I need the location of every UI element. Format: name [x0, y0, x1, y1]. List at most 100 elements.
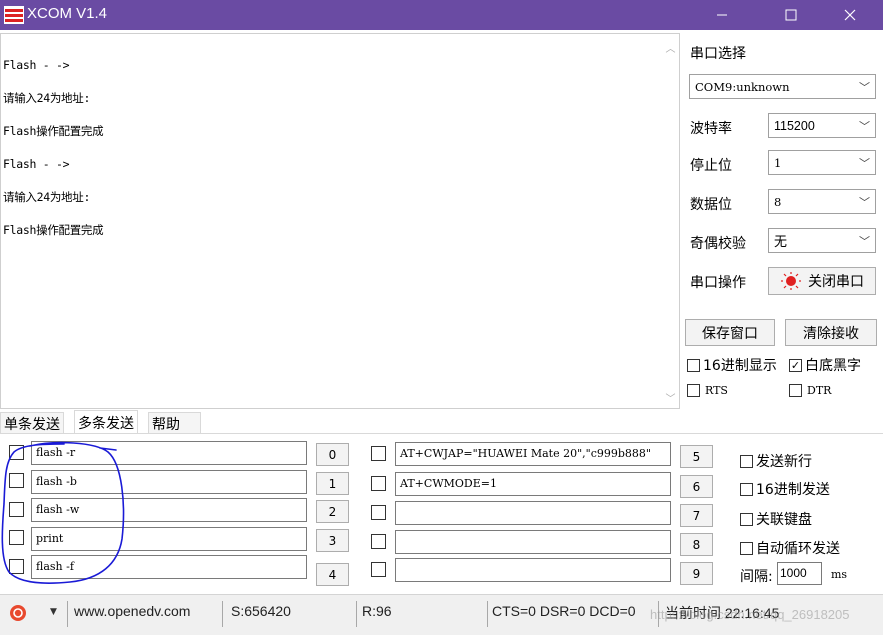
status-separator	[487, 601, 488, 627]
received-count: R:96	[362, 603, 392, 619]
hex-send-label: 16进制发送	[756, 482, 830, 498]
white-bg-checkbox[interactable]	[789, 358, 802, 372]
send-cmd-button[interactable]: 4	[316, 563, 349, 586]
parity-value: 无	[774, 235, 788, 250]
vertical-scrollbar[interactable]: ︿ ﹀	[661, 34, 679, 408]
dropdown-arrow-icon[interactable]: ▼	[50, 607, 57, 617]
rts-label: RTS	[705, 384, 728, 397]
close-window-button[interactable]	[827, 0, 873, 30]
port-select-label: 串口选择	[690, 46, 746, 62]
receive-area[interactable]: Flash - -> 请输入24为地址: Flash操作配置完成 Flash -…	[0, 33, 680, 409]
send-newline-checkbox[interactable]	[740, 454, 753, 468]
auto-loop-checkbox[interactable]	[740, 541, 753, 555]
cmd-checkbox[interactable]	[371, 476, 386, 491]
stop-bits-label: 停止位	[690, 158, 732, 174]
line-status: CTS=0 DSR=0 DCD=0	[492, 603, 636, 619]
cmd-checkbox[interactable]	[371, 534, 386, 549]
send-cmd-button[interactable]: 8	[680, 533, 713, 556]
hex-display-checkbox[interactable]	[687, 358, 700, 372]
serial-settings-panel: 串口选择 COM9:unknown ﹀ 波特率 115200 ﹀ 停止位 1 ﹀ 数据…	[681, 30, 883, 410]
command-input[interactable]: AT+CWJAP="HUAWEI Mate 20","c999b888"	[395, 442, 671, 466]
cmd-checkbox[interactable]	[371, 446, 386, 461]
receive-line: Flash - ->	[3, 157, 70, 171]
parity-select[interactable]: 无 ﹀	[768, 228, 876, 253]
status-separator	[222, 601, 223, 627]
annotation-circle	[1, 441, 125, 584]
baud-value: 115200	[774, 118, 815, 133]
parity-label: 奇偶校验	[690, 236, 746, 252]
send-cmd-button[interactable]: 2	[316, 500, 349, 523]
dtr-option[interactable]: DTR	[789, 384, 831, 397]
cmd-checkbox[interactable]	[371, 562, 386, 577]
interval-input[interactable]: 1000	[777, 562, 822, 585]
interval-label: 间隔:	[740, 569, 773, 585]
interval-unit: ms	[831, 568, 848, 581]
maximize-icon	[785, 9, 797, 21]
chevron-down-icon: ﹀	[859, 156, 870, 170]
link-keyboard-checkbox[interactable]	[740, 512, 753, 526]
receive-line: Flash操作配置完成	[3, 124, 104, 138]
auto-loop-option[interactable]: 自动循环发送	[740, 538, 840, 558]
command-input[interactable]	[395, 501, 671, 525]
scroll-down-icon[interactable]: ﹀	[665, 390, 676, 405]
save-window-button[interactable]: 保存窗口	[685, 319, 775, 346]
status-separator	[356, 601, 357, 627]
website-link[interactable]: www.openedv.com	[74, 603, 190, 619]
window-title: XCOM V1.4	[27, 5, 108, 22]
maximize-button[interactable]	[768, 0, 814, 30]
port-select[interactable]: COM9:unknown ﹀	[689, 74, 876, 99]
send-cmd-button[interactable]: 5	[680, 445, 713, 468]
scroll-up-icon[interactable]: ︿	[665, 40, 676, 55]
tab-multi-send[interactable]: 多条发送	[74, 410, 138, 434]
tab-help[interactable]: 帮助	[148, 412, 201, 434]
send-cmd-button[interactable]: 6	[680, 475, 713, 498]
send-cmd-button[interactable]: 9	[680, 562, 713, 585]
auto-loop-label: 自动循环发送	[756, 541, 840, 557]
close-icon	[844, 9, 856, 21]
clear-receive-button[interactable]: 清除接收	[785, 319, 877, 346]
app-logo-icon	[4, 6, 24, 24]
white-bg-label: 白底黑字	[805, 358, 861, 374]
cmd-checkbox[interactable]	[371, 505, 386, 520]
chevron-down-icon: ﹀	[859, 80, 870, 94]
close-port-button[interactable]: 关闭串口	[768, 267, 876, 295]
rts-checkbox[interactable]	[687, 384, 700, 397]
white-bg-option[interactable]: 白底黑字	[789, 355, 861, 375]
link-keyboard-label: 关联键盘	[756, 512, 812, 528]
dtr-label: DTR	[807, 384, 832, 397]
receive-line: 请输入24为地址:	[3, 91, 91, 105]
command-input[interactable]	[395, 530, 671, 554]
command-input[interactable]: AT+CWMODE=1	[395, 472, 671, 496]
hex-send-checkbox[interactable]	[740, 482, 753, 496]
rts-option[interactable]: RTS	[687, 384, 728, 397]
send-cmd-button[interactable]: 1	[316, 472, 349, 495]
close-port-label: 关闭串口	[808, 274, 864, 290]
chevron-down-icon: ﹀	[859, 195, 870, 209]
chevron-down-icon: ﹀	[859, 119, 870, 133]
hex-send-option[interactable]: 16进制发送	[740, 479, 830, 499]
send-cmd-button[interactable]: 3	[316, 529, 349, 552]
status-bar: ▼ www.openedv.com S:656420 R:96 CTS=0 DS…	[0, 594, 883, 635]
hex-display-label: 16进制显示	[703, 358, 777, 374]
stop-bits-select[interactable]: 1 ﹀	[768, 150, 876, 175]
stop-icon[interactable]	[9, 604, 27, 626]
hex-display-option[interactable]: 16进制显示	[687, 355, 777, 375]
command-input[interactable]	[395, 558, 671, 582]
stop-bits-value: 1	[774, 155, 782, 170]
receive-line: 请输入24为地址:	[3, 190, 91, 204]
minimize-button[interactable]	[699, 0, 745, 30]
baud-select[interactable]: 115200 ﹀	[768, 113, 876, 138]
minimize-icon	[717, 14, 727, 16]
tab-single-send[interactable]: 单条发送	[0, 412, 64, 434]
send-tabs: 单条发送 多条发送 帮助	[0, 410, 883, 434]
send-cmd-button[interactable]: 7	[680, 504, 713, 527]
dtr-checkbox[interactable]	[789, 384, 802, 397]
data-bits-value: 8	[774, 194, 782, 209]
send-newline-option[interactable]: 发送新行	[740, 451, 812, 471]
link-keyboard-option[interactable]: 关联键盘	[740, 509, 812, 529]
port-operation-label: 串口操作	[690, 275, 746, 291]
send-cmd-button[interactable]: 0	[316, 443, 349, 466]
data-bits-select[interactable]: 8 ﹀	[768, 189, 876, 214]
sent-count: S:656420	[231, 603, 291, 619]
port-status-icon	[781, 272, 801, 290]
